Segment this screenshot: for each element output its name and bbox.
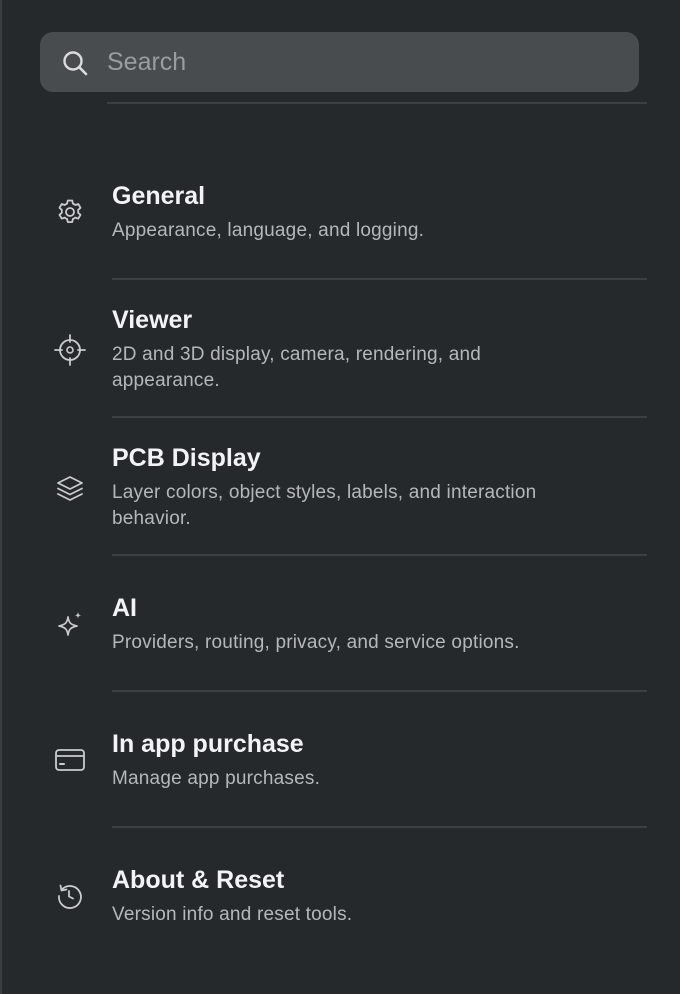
layers-icon	[52, 471, 88, 507]
crosshair-icon	[52, 332, 88, 368]
search-bar[interactable]	[40, 32, 639, 92]
divider	[107, 102, 647, 104]
item-title: AI	[112, 594, 137, 622]
item-title: About & Reset	[112, 866, 285, 894]
divider	[112, 826, 647, 828]
sparkles-icon	[52, 608, 88, 644]
item-title: Viewer	[112, 306, 193, 334]
divider	[112, 690, 647, 692]
item-title: PCB Display	[112, 444, 261, 472]
settings-item-pcb-display[interactable]: PCB Display Layer colors, object styles,…	[40, 432, 647, 554]
settings-item-about-reset[interactable]: About & Reset Version info and reset too…	[40, 854, 647, 962]
search-input[interactable]	[107, 32, 607, 92]
item-title: In app purchase	[112, 730, 304, 758]
settings-item-ai[interactable]: AI Providers, routing, privacy, and serv…	[40, 582, 647, 690]
settings-item-in-app-purchase[interactable]: In app purchase Manage app purchases.	[40, 718, 647, 826]
window-edge	[0, 0, 2, 994]
divider	[112, 554, 647, 556]
divider	[112, 416, 647, 418]
settings-item-general[interactable]: General Appearance, language, and loggin…	[40, 170, 647, 278]
gear-icon	[52, 194, 88, 230]
settings-item-viewer[interactable]: Viewer 2D and 3D display, camera, render…	[40, 294, 647, 416]
item-description: 2D and 3D display, camera, rendering, an…	[112, 344, 482, 391]
reset-icon	[52, 878, 88, 914]
item-description: Appearance, language, and logging.	[112, 220, 425, 241]
item-description: Version info and reset tools.	[112, 904, 353, 925]
item-title: General	[112, 182, 206, 210]
divider	[112, 278, 647, 280]
item-description: Layer colors, object styles, labels, and…	[112, 482, 537, 529]
credit-card-icon	[52, 742, 88, 778]
search-icon	[61, 49, 89, 77]
item-description: Manage app purchases.	[112, 768, 321, 789]
item-description: Providers, routing, privacy, and service…	[112, 632, 520, 653]
